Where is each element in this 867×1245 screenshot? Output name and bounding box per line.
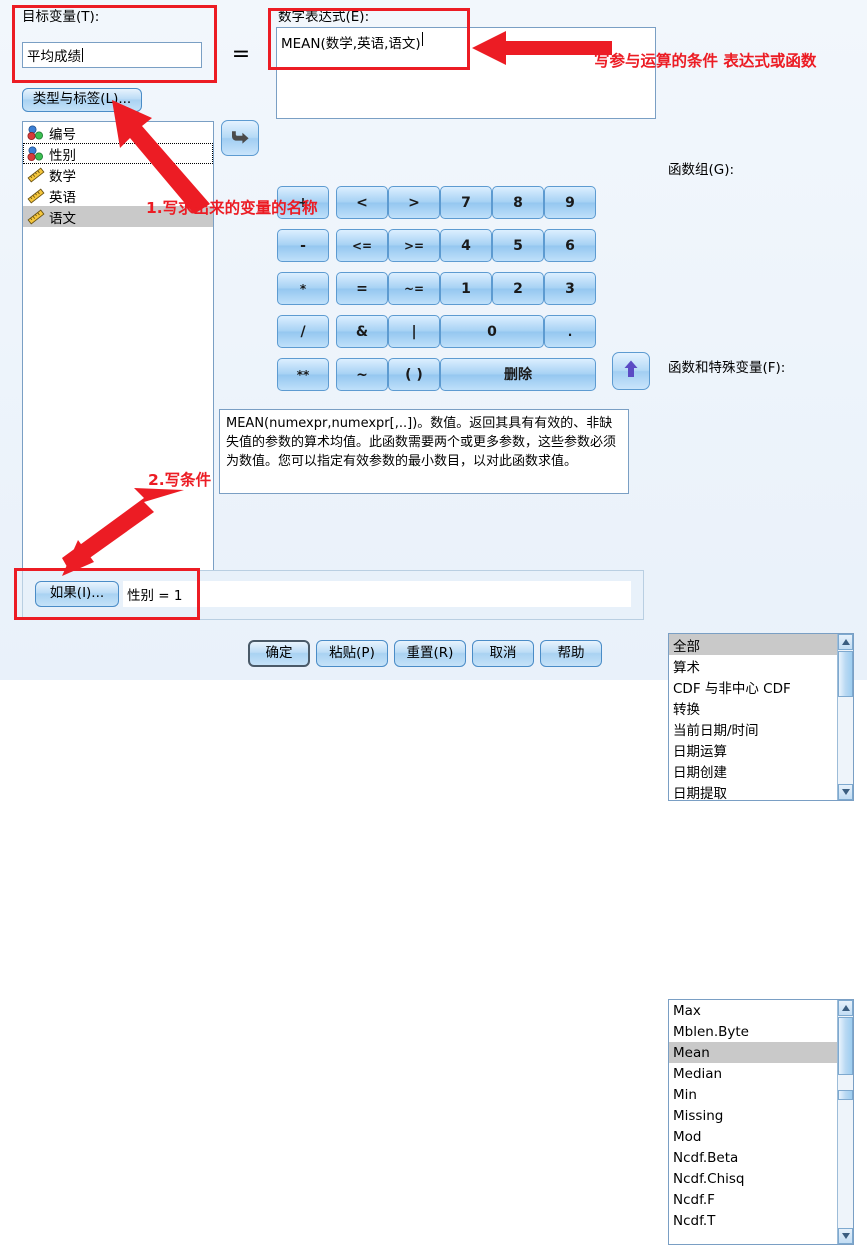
help-button[interactable]: 帮助 <box>540 640 602 667</box>
arrow-up-icon <box>623 359 639 383</box>
list-item[interactable]: Ncdf.Beta <box>669 1147 853 1168</box>
list-item[interactable]: Ncdf.F <box>669 1189 853 1210</box>
list-item[interactable]: Mblen.Byte <box>669 1021 853 1042</box>
list-item[interactable]: 日期创建 <box>669 760 853 781</box>
keypad-button-4[interactable]: 4 <box>440 229 492 262</box>
list-item[interactable]: Ncdf.T <box>669 1210 853 1231</box>
keypad-button-dot[interactable]: . <box>544 315 596 348</box>
scroll-thumb[interactable] <box>838 651 853 697</box>
list-item[interactable]: 全部 <box>669 634 853 655</box>
list-item[interactable]: 当前日期/时间 <box>669 718 853 739</box>
variable-name: 语文 <box>49 210 76 227</box>
function-group-list[interactable]: 全部 算术 CDF 与非中心 CDF 转换 当前日期/时间 日期运算 日期创建 … <box>668 633 854 801</box>
keypad-button-not[interactable]: ~ <box>336 358 388 391</box>
scroll-thumb[interactable] <box>838 1017 853 1075</box>
annotation-arrow-expression <box>472 30 612 66</box>
functions-list[interactable]: Max Mblen.Byte Mean Median Min Missing M… <box>668 999 854 1245</box>
list-item[interactable]: 日期提取 <box>669 781 853 801</box>
keypad-button-lt[interactable]: < <box>336 186 388 219</box>
keypad-button-parens[interactable]: ( ) <box>388 358 440 391</box>
ok-button[interactable]: 确定 <box>248 640 310 667</box>
list-item[interactable]: Min <box>669 1084 853 1105</box>
list-item[interactable]: Median <box>669 1063 853 1084</box>
list-item[interactable]: Mean <box>669 1042 853 1063</box>
keypad-button-2[interactable]: 2 <box>492 272 544 305</box>
scroll-up-icon[interactable] <box>838 634 853 650</box>
scroll-down-icon[interactable] <box>838 784 853 800</box>
functions-scrollbar[interactable] <box>837 1000 853 1244</box>
scroll-down-icon[interactable] <box>838 1228 853 1244</box>
scale-icon <box>27 187 45 204</box>
nominal-icon <box>27 146 45 162</box>
functions-label: 函数和特殊变量(F): <box>668 360 786 376</box>
keypad-button-or[interactable]: | <box>388 315 440 348</box>
function-help-text: MEAN(numexpr,numexpr[,..])。数值。返回其具有有效的、非… <box>219 409 629 494</box>
keypad-button-and[interactable]: & <box>336 315 388 348</box>
insert-function-button[interactable] <box>612 352 650 390</box>
target-variable-input[interactable]: 平均成绩 <box>22 42 202 68</box>
paste-button[interactable]: 粘贴(P) <box>316 640 388 667</box>
keypad-button-gt[interactable]: > <box>388 186 440 219</box>
target-variable-label: 目标变量(T): <box>22 9 100 25</box>
list-item[interactable]: Max <box>669 1000 853 1021</box>
list-item[interactable]: 日期运算 <box>669 739 853 760</box>
equals-sign: = <box>231 42 251 67</box>
keypad-button-equal[interactable]: = <box>336 272 388 305</box>
text-caret <box>82 48 83 62</box>
keypad-button-5[interactable]: 5 <box>492 229 544 262</box>
annotation-text-variable-name: 1.写求出来的变量的名称 <box>146 199 318 217</box>
scale-icon <box>27 208 45 225</box>
target-variable-value: 平均成绩 <box>27 49 81 65</box>
scroll-thumb-secondary[interactable] <box>838 1090 853 1100</box>
nominal-icon <box>27 125 45 141</box>
compute-variable-dialog: 目标变量(T): 平均成绩 类型与标签(L)... = 数字表达式(E): ME… <box>0 0 867 1245</box>
move-variable-button[interactable] <box>221 120 259 156</box>
condition-value: 性别 = 1 <box>123 581 631 607</box>
list-item[interactable]: 算术 <box>669 655 853 676</box>
variable-name: 性别 <box>49 147 76 164</box>
list-item[interactable]: 转换 <box>669 697 853 718</box>
keypad-button-9[interactable]: 9 <box>544 186 596 219</box>
arrow-right-icon <box>230 128 250 148</box>
variable-name: 英语 <box>49 189 76 206</box>
scroll-up-icon[interactable] <box>838 1000 853 1016</box>
keypad-button-1[interactable]: 1 <box>440 272 492 305</box>
keypad-button-gte[interactable]: >= <box>388 229 440 262</box>
keypad-button-0[interactable]: 0 <box>440 315 544 348</box>
list-item[interactable]: Mod <box>669 1126 853 1147</box>
keypad-button-power[interactable]: ** <box>277 358 329 391</box>
annotation-text-condition: 2.写条件 <box>148 471 212 489</box>
keypad-button-7[interactable]: 7 <box>440 186 492 219</box>
cancel-button[interactable]: 取消 <box>472 640 534 667</box>
keypad-button-multiply[interactable]: * <box>277 272 329 305</box>
annotation-arrow-condition <box>60 484 190 578</box>
numeric-expression-label: 数字表达式(E): <box>278 9 370 25</box>
reset-button[interactable]: 重置(R) <box>394 640 466 667</box>
keypad-button-lte[interactable]: <= <box>336 229 388 262</box>
keypad-button-minus[interactable]: - <box>277 229 329 262</box>
function-group-label: 函数组(G): <box>668 162 735 178</box>
expression-caret <box>421 32 423 46</box>
keypad-button-8[interactable]: 8 <box>492 186 544 219</box>
function-group-scrollbar[interactable] <box>837 634 853 800</box>
numeric-expression-value: MEAN(数学,英语,语文) <box>281 36 421 52</box>
if-condition-button[interactable]: 如果(I)... <box>35 581 119 607</box>
keypad-button-not-equal[interactable]: ~= <box>388 272 440 305</box>
list-item[interactable]: Ncdf.Chisq <box>669 1168 853 1189</box>
keypad-button-divide[interactable]: / <box>277 315 329 348</box>
keypad-button-6[interactable]: 6 <box>544 229 596 262</box>
list-item[interactable]: Missing <box>669 1105 853 1126</box>
annotation-text-expression: 写参与运算的条件 表达式或函数 <box>594 52 817 70</box>
list-item[interactable]: CDF 与非中心 CDF <box>669 676 853 697</box>
variable-name: 数学 <box>49 168 76 185</box>
scale-icon <box>27 166 45 183</box>
keypad-button-delete[interactable]: 删除 <box>440 358 596 391</box>
variable-name: 编号 <box>49 126 76 143</box>
keypad-button-3[interactable]: 3 <box>544 272 596 305</box>
